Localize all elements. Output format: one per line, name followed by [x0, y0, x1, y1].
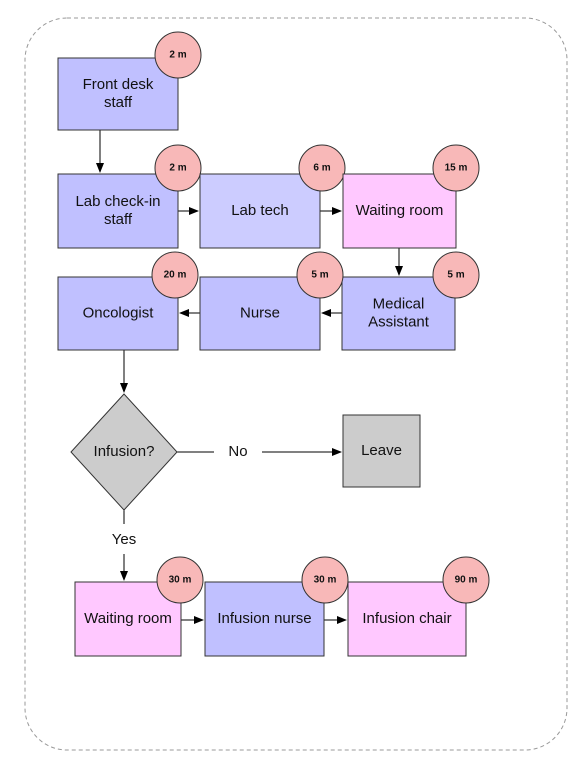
- time-badge-label: 5 m: [447, 270, 464, 281]
- time-badge-label: 30 m: [314, 575, 337, 586]
- node-nurse[interactable]: Nurse 5 m: [199, 251, 344, 351]
- node-label: Infusion nurse: [217, 610, 311, 627]
- node-label: Assistant: [368, 313, 430, 330]
- time-badge-label: 2 m: [169, 163, 186, 174]
- node-label: staff: [104, 211, 133, 228]
- node-infusion-nurse[interactable]: Infusion nurse 30 m: [204, 556, 349, 657]
- flowchart: Front deskstaff2 mLab check-instaff2 mLa…: [24, 17, 568, 751]
- node-lab-tech[interactable]: Lab tech 6 m: [199, 144, 346, 249]
- node-label: Waiting room: [84, 610, 172, 627]
- no-label: No: [228, 443, 247, 460]
- time-badge-label: 5 m: [311, 270, 328, 281]
- node-label: Medical: [373, 295, 425, 312]
- node-leave[interactable]: Leave: [342, 414, 421, 488]
- decision-label: Infusion?: [94, 443, 155, 460]
- node-waiting-room-1[interactable]: Waiting room 15 m: [342, 144, 480, 249]
- time-badge-label: 6 m: [313, 163, 330, 174]
- node-label: Waiting room: [356, 202, 444, 219]
- time-badge-label: 2 m: [169, 50, 186, 61]
- yes-label: Yes: [112, 531, 136, 548]
- node-front-desk[interactable]: Front deskstaff 2 m: [57, 31, 202, 131]
- node-label: Lab tech: [231, 202, 289, 219]
- node-label: staff: [104, 94, 133, 111]
- time-badge-label: 20 m: [164, 270, 187, 281]
- node-label: Front desk: [83, 76, 154, 93]
- node-oncologist[interactable]: Oncologist 20 m: [57, 251, 199, 351]
- node-label: Lab check-in: [75, 193, 160, 210]
- time-badge-label: 15 m: [445, 163, 468, 174]
- time-badge-label: 30 m: [169, 575, 192, 586]
- node-label: Nurse: [240, 304, 280, 321]
- node-lab-checkin[interactable]: Lab check-instaff 2 m: [57, 144, 202, 249]
- node-label: Oncologist: [83, 304, 155, 321]
- node-label: Leave: [361, 442, 402, 459]
- node-waiting-room-2[interactable]: Waiting room 30 m: [74, 556, 204, 657]
- node-medical-assistant[interactable]: MedicalAssistant 5 m: [341, 251, 480, 351]
- node-infusion-chair[interactable]: Infusion chair 90 m: [347, 556, 490, 657]
- time-badge-label: 90 m: [455, 575, 478, 586]
- node-label: Infusion chair: [362, 610, 451, 627]
